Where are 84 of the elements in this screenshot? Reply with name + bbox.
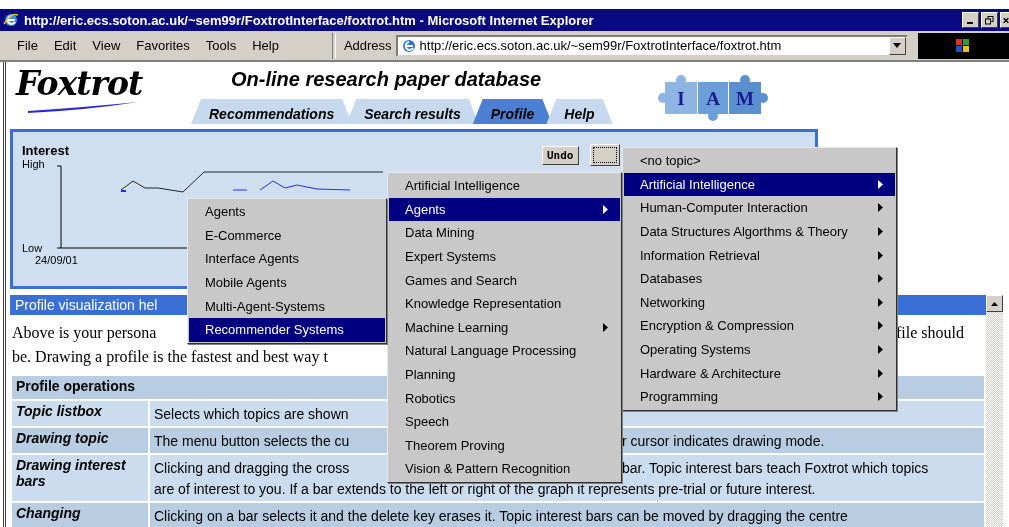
- undo-button[interactable]: Undo: [542, 146, 579, 165]
- foxtrot-logo: Foxtrot: [16, 66, 144, 102]
- axis-label: High: [22, 158, 45, 170]
- menu-item[interactable]: File: [12, 38, 43, 53]
- submenu-arrow-icon: [878, 392, 883, 402]
- topic-menu-item[interactable]: Interface Agents: [189, 247, 385, 271]
- topic-menu-item[interactable]: Expert Systems: [389, 244, 620, 269]
- restore-button[interactable]: [981, 12, 998, 28]
- scroll-up-button[interactable]: [986, 295, 1003, 312]
- table-cell: Changing: [12, 503, 148, 527]
- window-title: http://eric.ecs.soton.ac.uk/~sem99r/FoxtrotInterface/foxtrot.htm - Microsoft Internet Explorer: [24, 12, 594, 28]
- description-text: Clicking on a bar selects it and the delete key erases it. Topic interest bars can be moved by dragging the centre: [154, 507, 848, 524]
- topic-menu-item[interactable]: Recommender Systems: [189, 317, 385, 342]
- topic-menu-item[interactable]: E-Commerce: [189, 223, 385, 248]
- address-value: http://eric.ecs.soton.ac.uk/~sem99r/FoxtrotInterface/foxtrot.htm: [419, 38, 783, 53]
- menu-item[interactable]: Tools: [200, 38, 242, 53]
- topic-menu-item[interactable]: Multi-Agent-Systems: [189, 294, 385, 318]
- browser-icon: [3, 12, 19, 28]
- topic-menu-item[interactable]: <no topic>: [624, 149, 895, 173]
- topic-menu-item[interactable]: Data Structures Algorthms & Theory: [624, 219, 895, 244]
- topic-menu-item[interactable]: Machine Learning: [389, 315, 620, 340]
- topic-menu-item[interactable]: Databases: [624, 266, 895, 291]
- topic-menu-item[interactable]: Operating Systems: [624, 337, 895, 362]
- submenu-arrow-icon: [878, 321, 883, 331]
- submenu-arrow-icon: [878, 250, 883, 260]
- topic-menu-item[interactable]: Games and Search: [389, 268, 620, 292]
- swoosh-icon: [28, 102, 138, 114]
- logo-letter: I: [676, 88, 685, 109]
- logo-letter: A: [705, 88, 720, 109]
- date-label: 24/09/01: [35, 254, 78, 266]
- topic-menu-item[interactable]: Speech: [389, 409, 620, 434]
- submenu-arrow-icon: [878, 179, 883, 189]
- menu-item[interactable]: Favorites: [131, 38, 195, 53]
- description-text: bar. Topic interest bars teach Foxtrot which topics: [622, 459, 929, 476]
- description-text: Clicking and dragging the cross: [154, 459, 350, 476]
- graph-title: Interest: [22, 143, 69, 158]
- table-cell: Drawing topic: [12, 428, 148, 453]
- tab[interactable]: Help: [546, 99, 613, 124]
- submenu-arrow-icon: [603, 204, 608, 214]
- table-cell: Drawing interest bars: [12, 455, 148, 501]
- table-cell: Topic listbox: [12, 401, 148, 426]
- topic-menu-item[interactable]: Artificial Intelligence: [389, 174, 620, 198]
- topic-menu-item[interactable]: Encryption & Compression: [624, 314, 895, 338]
- topic-menu-item[interactable]: Theorem Proving: [389, 433, 620, 458]
- submenu-arrow-icon: [878, 203, 883, 213]
- menu-item[interactable]: Help: [247, 38, 284, 53]
- submenu-arrow-icon: [878, 274, 883, 284]
- submenu-arrow-icon: [878, 368, 883, 378]
- scroll-up-arrow-icon: [991, 301, 998, 306]
- topic-menu-button[interactable]: [590, 144, 620, 166]
- submenu-arrow-icon: [878, 297, 883, 307]
- topic-menu-item[interactable]: Artificial Intelligence: [624, 172, 895, 197]
- submenu-arrow-icon: [878, 345, 883, 355]
- topic-menu-item[interactable]: Agents: [389, 197, 620, 222]
- minimize-button[interactable]: [962, 12, 979, 28]
- submenu-arrow-icon: [603, 322, 608, 332]
- windows-flag-icon: [955, 37, 972, 54]
- description-text: Selects which topics are shown: [154, 405, 349, 422]
- description-text: The menu button selects the cu: [154, 432, 350, 449]
- topic-menu-item[interactable]: Information Retrieval: [624, 243, 895, 267]
- close-icon: [1003, 15, 1009, 25]
- topic-menu-item[interactable]: Natural Language Processing: [389, 339, 620, 363]
- menu-item[interactable]: View: [87, 38, 126, 53]
- close-button[interactable]: [1000, 12, 1009, 28]
- address-label: Address: [343, 38, 392, 53]
- intro-text: be. Drawing a profile is the fastest and best way t: [12, 348, 328, 366]
- logo-letter: M: [735, 88, 754, 109]
- menu-item[interactable]: Edit: [48, 38, 82, 53]
- restore-icon: [985, 15, 994, 25]
- page-icon: [400, 37, 417, 54]
- intro-text: Above is your persona: [12, 324, 157, 341]
- topic-menu-item[interactable]: Agents: [189, 200, 385, 224]
- topic-menu-item[interactable]: Human-Computer Interaction: [624, 196, 895, 220]
- topic-menu-item[interactable]: Vision & Pattern Recognition: [389, 457, 620, 481]
- address-field[interactable]: http://eric.ecs.soton.ac.uk/~sem99r/FoxtrotInterface/foxtrot.htm: [395, 34, 908, 57]
- page-heading: On-line research paper database: [230, 67, 543, 92]
- topic-menu-item[interactable]: Data Mining: [389, 221, 620, 245]
- dropdown-arrow-icon: [893, 43, 902, 48]
- dropdown-button[interactable]: [888, 36, 906, 55]
- axis-label: Low: [22, 242, 43, 254]
- submenu-arrow-icon: [878, 227, 883, 237]
- description-text: r cursor indicates drawing mode.: [622, 432, 825, 449]
- topic-menu-item[interactable]: Mobile Agents: [189, 270, 385, 295]
- intro-text: file should: [896, 324, 964, 342]
